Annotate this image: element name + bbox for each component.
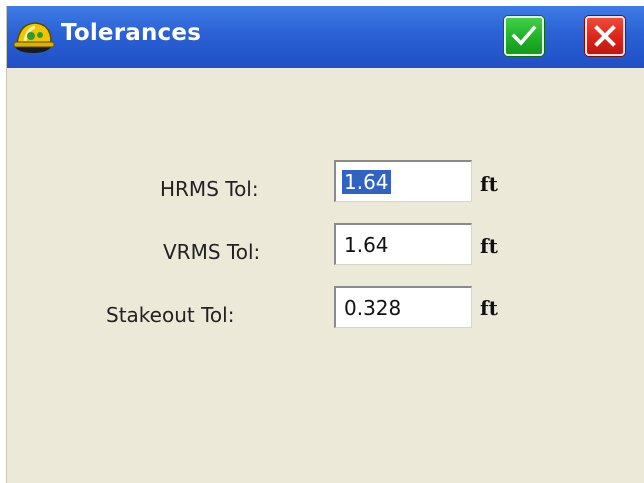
window-title: Tolerances bbox=[61, 20, 202, 46]
tolerances-window: Tolerances HRMS Tol: 1.64 ft VRMS Tol: 1… bbox=[6, 6, 644, 483]
checkmark-icon bbox=[511, 25, 537, 46]
hard-hat-icon bbox=[11, 16, 57, 56]
title-bar: Tolerances bbox=[7, 6, 644, 68]
ok-button[interactable] bbox=[504, 16, 544, 56]
vrms-tol-label: VRMS Tol: bbox=[163, 240, 261, 264]
hrms-tol-label: HRMS Tol: bbox=[160, 177, 259, 201]
stakeout-tol-unit: ft bbox=[480, 296, 498, 320]
vrms-tol-value: 1.64 bbox=[344, 233, 389, 257]
hrms-tol-value: 1.64 bbox=[342, 170, 391, 194]
close-button[interactable] bbox=[585, 16, 625, 56]
stakeout-tol-label: Stakeout Tol: bbox=[106, 303, 235, 327]
hrms-tol-input[interactable]: 1.64 bbox=[334, 160, 472, 202]
stakeout-tol-input[interactable]: 0.328 bbox=[334, 286, 472, 328]
vrms-tol-input[interactable]: 1.64 bbox=[334, 223, 472, 265]
close-icon bbox=[594, 25, 616, 47]
stakeout-tol-value: 0.328 bbox=[344, 296, 402, 320]
hrms-tol-unit: ft bbox=[480, 172, 498, 196]
vrms-tol-unit: ft bbox=[480, 234, 498, 258]
